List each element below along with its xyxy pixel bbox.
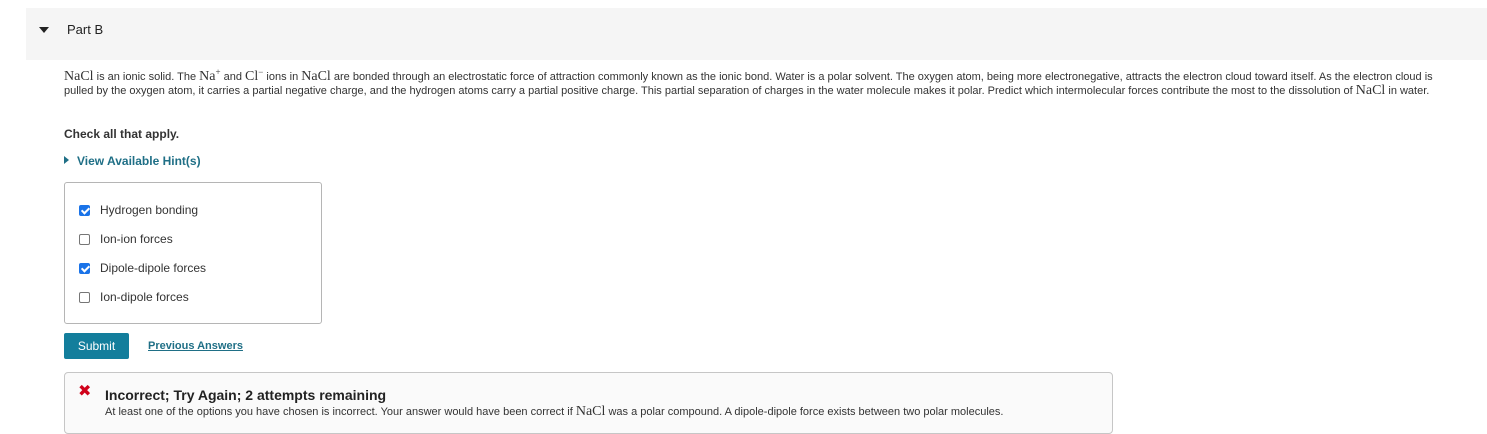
- option-dipole-dipole-forces[interactable]: Dipole-dipole forces: [79, 260, 206, 276]
- feedback-title: Incorrect; Try Again; 2 attempts remaini…: [105, 387, 387, 403]
- checkbox[interactable]: [79, 204, 90, 216]
- expand-caret-icon: [64, 156, 69, 164]
- question-text-segment: and: [220, 71, 246, 83]
- formula-nacl: NaCl: [1355, 83, 1386, 98]
- feedback-text-segment: was a polar compound. A dipole-dipole fo…: [605, 406, 1004, 418]
- formula-cl: Cl: [245, 69, 259, 84]
- option-ion-dipole-forces[interactable]: Ion-dipole forces: [79, 289, 189, 305]
- formula-cl-ion: Cl−: [245, 68, 263, 84]
- option-ion-ion-forces[interactable]: Ion-ion forces: [79, 231, 173, 247]
- checkbox[interactable]: [79, 233, 90, 245]
- option-hydrogen-bonding[interactable]: Hydrogen bonding: [79, 202, 198, 218]
- question-text-segment: is an ionic solid. The: [93, 71, 200, 83]
- option-label: Dipole-dipole forces: [100, 261, 207, 275]
- formula-na-ion: Na+: [199, 68, 220, 84]
- submit-button[interactable]: Submit: [64, 333, 129, 359]
- formula-nacl: NaCl: [301, 69, 331, 84]
- incorrect-x-icon: ✖: [78, 383, 92, 400]
- instructions: Check all that apply.: [64, 127, 180, 141]
- option-label: Ion-dipole forces: [100, 290, 189, 304]
- feedback-text-segment: At least one of the options you have cho…: [105, 406, 576, 418]
- collapse-caret-icon[interactable]: [39, 27, 49, 33]
- checkbox[interactable]: [79, 262, 90, 274]
- option-label: Ion-ion forces: [100, 232, 173, 246]
- answer-options: Hydrogen bonding Ion-ion forces Dipole-d…: [64, 182, 322, 324]
- feedback-panel: ✖ Incorrect; Try Again; 2 attempts remai…: [64, 372, 1113, 434]
- checkbox[interactable]: [79, 291, 90, 303]
- question-text: NaCl is an ionic solid. The Na+ and Cl− …: [64, 68, 1464, 98]
- view-hints-label: View Available Hint(s): [77, 154, 201, 168]
- question-text-segment: in water.: [1385, 85, 1430, 97]
- view-hints-link[interactable]: View Available Hint(s): [64, 154, 201, 168]
- part-header[interactable]: Part B: [26, 8, 1487, 60]
- part-title: Part B: [67, 22, 104, 37]
- feedback-text: At least one of the options you have cho…: [105, 404, 1003, 420]
- formula-nacl: NaCl: [64, 69, 94, 84]
- formula-na: Na: [199, 69, 216, 84]
- previous-answers-link[interactable]: Previous Answers: [148, 340, 243, 352]
- option-label: Hydrogen bonding: [100, 203, 199, 217]
- question-text-segment: ions in: [263, 71, 302, 83]
